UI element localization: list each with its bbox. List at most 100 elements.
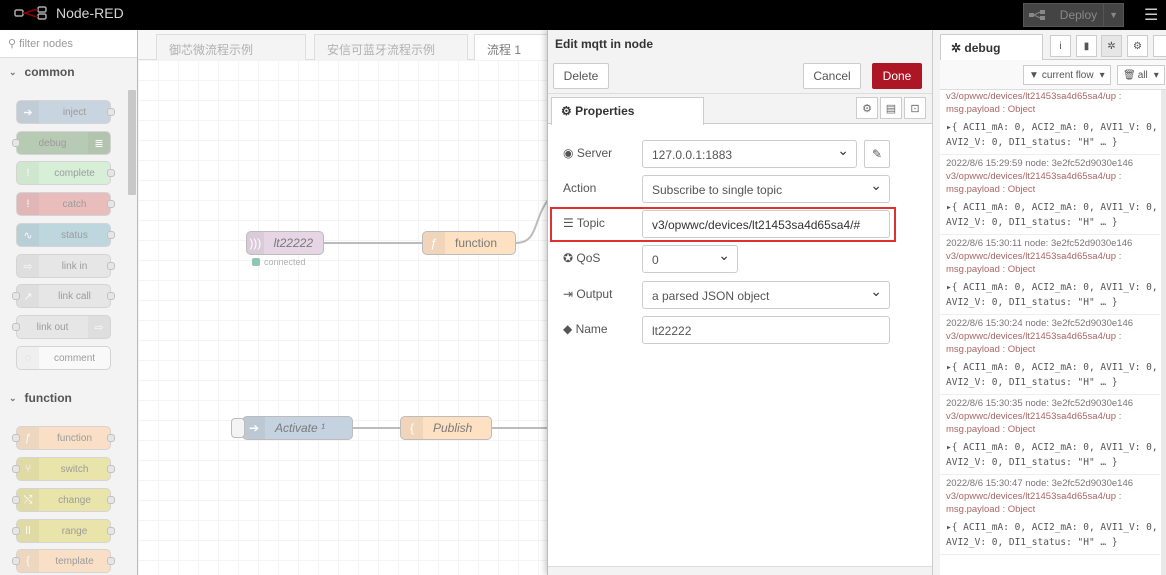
palette-node-label: function bbox=[56, 432, 93, 444]
palette-node-function[interactable]: ƒ function bbox=[12, 426, 115, 450]
palette-node-template[interactable]: { template bbox=[12, 549, 115, 573]
output-port bbox=[107, 292, 115, 300]
tray-tabs: ⚙ Properties ⚙ ▤ ⊡ bbox=[548, 94, 932, 125]
deploy-button[interactable]: Deploy ▼ bbox=[1023, 3, 1124, 27]
info-icon[interactable]: i bbox=[1050, 35, 1071, 57]
input-port bbox=[12, 292, 20, 300]
message-object[interactable]: ▸{ ACI1_mA: 0, ACI2_mA: 0, AVI1_V: 0, AVI… bbox=[946, 516, 1160, 554]
tab-properties[interactable]: ⚙ Properties bbox=[551, 97, 704, 125]
output-row: ⇥ Output a parsed JSON object bbox=[563, 281, 903, 309]
message-topic: v3/opwwc/devices/lt21453sa4d65sa4/up : bbox=[946, 411, 1122, 422]
delete-button[interactable]: Delete bbox=[553, 63, 609, 89]
name-row: ◆ Name lt22222 bbox=[563, 316, 903, 344]
debug-message[interactable]: 2022/8/6 15:29:59 node: 3e2fc52d9030e146… bbox=[940, 155, 1160, 235]
action-select[interactable]: Subscribe to single topic bbox=[642, 175, 890, 203]
message-meta: 2022/8/6 15:30:35 node: 3e2fc52d9030e146 bbox=[946, 398, 1134, 409]
palette-node-catch[interactable]: ! catch bbox=[16, 192, 115, 216]
message-object[interactable]: ▸{ ACI1_mA: 0, ACI2_mA: 0, AVI1_V: 0, AVI… bbox=[946, 436, 1160, 474]
palette-category-label: function bbox=[24, 391, 72, 405]
output-label: ⇥ Output bbox=[563, 287, 612, 301]
palette-category-common[interactable]: ⌄ common bbox=[0, 58, 128, 86]
sidebar-tabs: ✲ debug i ▮ ✲ ⚙ bbox=[940, 30, 1166, 60]
done-button[interactable]: Done bbox=[872, 63, 922, 89]
message-type: msg.payload : Object bbox=[946, 104, 1036, 115]
function-icon: ƒ bbox=[17, 427, 39, 449]
palette-node-label: debug bbox=[38, 137, 67, 149]
description-tab-icon[interactable]: ▤ bbox=[880, 97, 902, 119]
message-object[interactable]: ▸{ ACI1_mA: 0, ACI2_mA: 0, AVI1_V: 0, AVI… bbox=[946, 116, 1160, 154]
palette-node-comment[interactable]: ◌ comment bbox=[16, 346, 111, 370]
workspace-dim-overlay bbox=[138, 30, 548, 575]
palette-node-link-in[interactable]: ⇨ link in bbox=[16, 254, 115, 278]
link-in-icon: ⇨ bbox=[17, 255, 39, 277]
palette-node-link-out[interactable]: link out ⇨ bbox=[12, 315, 111, 339]
deploy-icon bbox=[1024, 4, 1050, 26]
message-topic: v3/opwwc/devices/lt21453sa4d65sa4/up : bbox=[946, 331, 1122, 342]
input-port bbox=[12, 434, 20, 442]
settings-tab-gear-icon[interactable]: ⚙ bbox=[856, 97, 878, 119]
name-input[interactable]: lt22222 bbox=[642, 316, 890, 344]
debug-scrollbar[interactable] bbox=[1161, 90, 1166, 575]
cancel-button[interactable]: Cancel bbox=[803, 63, 861, 89]
tab-label: debug bbox=[964, 41, 1001, 55]
shuffle-icon: ⤭ bbox=[17, 489, 39, 511]
tab-debug[interactable]: ✲ debug bbox=[940, 34, 1043, 60]
server-select[interactable]: 127.0.0.1:1883 bbox=[642, 140, 857, 168]
palette-node-change[interactable]: ⤭ change bbox=[12, 488, 115, 512]
palette-node-debug[interactable]: debug ≣ bbox=[12, 131, 111, 155]
debug-message[interactable]: 2022/8/6 15:30:35 node: 3e2fc52d9030e146… bbox=[940, 395, 1160, 475]
message-object[interactable]: ▸{ ACI1_mA: 0, ACI2_mA: 0, AVI1_V: 0, AVI… bbox=[946, 356, 1160, 394]
object-line: AVI2_V: 0, DI1_status: "H" … } bbox=[946, 297, 1118, 308]
message-object[interactable]: ▸{ ACI1_mA: 0, ACI2_mA: 0, AVI1_V: 0, AVI… bbox=[946, 276, 1160, 314]
palette-category-function[interactable]: ⌄ function bbox=[0, 384, 128, 412]
palette-node-link-call[interactable]: ↗ link call bbox=[12, 284, 115, 308]
qos-row: ✪ QoS 0 bbox=[563, 245, 903, 273]
palette-node-label: link call bbox=[58, 290, 91, 302]
object-line: ▸{ ACI1_mA: 0, ACI2_mA: 0, AVI1_V: 0, bbox=[946, 202, 1158, 213]
debug-bug-icon[interactable]: ✲ bbox=[1101, 35, 1122, 57]
palette-node-label: complete bbox=[54, 167, 95, 179]
output-select[interactable]: a parsed JSON object bbox=[642, 281, 890, 309]
palette-node-label: comment bbox=[53, 352, 96, 364]
message-type: msg.payload : Object bbox=[946, 184, 1036, 195]
palette-node-range[interactable]: ǀǀ range bbox=[12, 519, 115, 543]
palette-node-inject[interactable]: ➔ inject bbox=[16, 100, 115, 124]
appearance-tab-icon[interactable]: ⊡ bbox=[904, 97, 926, 119]
debug-message[interactable]: 2022/8/6 15:30:24 node: 3e2fc52d9030e146… bbox=[940, 315, 1160, 395]
palette-scrollbar[interactable] bbox=[128, 90, 136, 195]
caret-down-icon: ▾ bbox=[1153, 69, 1159, 81]
sign-out-icon: ⇥ bbox=[563, 287, 574, 301]
tag-icon: ◆ bbox=[563, 322, 573, 336]
message-object[interactable]: ▸{ ACI1_mA: 0, ACI2_mA: 0, AVI1_V: 0, AVI… bbox=[946, 196, 1160, 234]
message-type: msg.payload : Object bbox=[946, 344, 1036, 355]
gear-icon[interactable]: ⚙ bbox=[1127, 35, 1148, 57]
chevron-down-icon: ⌄ bbox=[9, 392, 17, 403]
palette-node-switch[interactable]: ⑂ switch bbox=[12, 457, 115, 481]
sidebar-more-icon[interactable] bbox=[1153, 35, 1166, 57]
object-line: AVI2_V: 0, DI1_status: "H" … } bbox=[946, 537, 1118, 548]
palette-filter-input[interactable]: ⚲ filter nodes bbox=[0, 30, 137, 58]
palette-node-label: change bbox=[58, 494, 91, 506]
deploy-label: Deploy bbox=[1059, 8, 1098, 22]
flow-workspace[interactable]: 御芯微流程示例 安信可蓝牙流程示例 流程 1 ))) lt22222 conne… bbox=[138, 30, 548, 575]
clear-debug-button[interactable]: 🗑 all ▾ bbox=[1117, 65, 1165, 85]
output-port bbox=[107, 108, 115, 116]
debug-filter-button[interactable]: ▼ current flow ▾ bbox=[1023, 65, 1111, 85]
edit-server-pencil-icon[interactable]: ✎ bbox=[864, 140, 890, 168]
book-icon[interactable]: ▮ bbox=[1076, 35, 1097, 57]
debug-message[interactable]: 2022/8/6 15:30:11 node: 3e2fc52d9030e146… bbox=[940, 235, 1160, 315]
deploy-dropdown-icon[interactable]: ▼ bbox=[1103, 4, 1123, 26]
debug-message[interactable]: v3/opwwc/devices/lt21453sa4d65sa4/up : ms… bbox=[940, 90, 1160, 155]
palette-node-complete[interactable]: ! complete bbox=[16, 161, 115, 185]
bug-icon: ✲ bbox=[951, 41, 962, 55]
output-port bbox=[107, 169, 115, 177]
debug-message[interactable]: 2022/8/6 15:30:47 node: 3e2fc52d9030e146… bbox=[940, 475, 1160, 555]
sidebar-resize-handle[interactable] bbox=[932, 30, 940, 575]
main-menu-icon[interactable]: ☰ bbox=[1144, 8, 1158, 24]
palette-node-status[interactable]: ∿ status bbox=[16, 223, 115, 247]
qos-select[interactable]: 0 bbox=[642, 245, 738, 273]
object-line: ▸{ ACI1_mA: 0, ACI2_mA: 0, AVI1_V: 0, bbox=[946, 362, 1158, 373]
debug-message-list[interactable]: v3/opwwc/devices/lt21453sa4d65sa4/up : ms… bbox=[940, 90, 1160, 575]
topic-highlight-box bbox=[550, 207, 896, 242]
filter-label: current flow bbox=[1041, 69, 1094, 81]
